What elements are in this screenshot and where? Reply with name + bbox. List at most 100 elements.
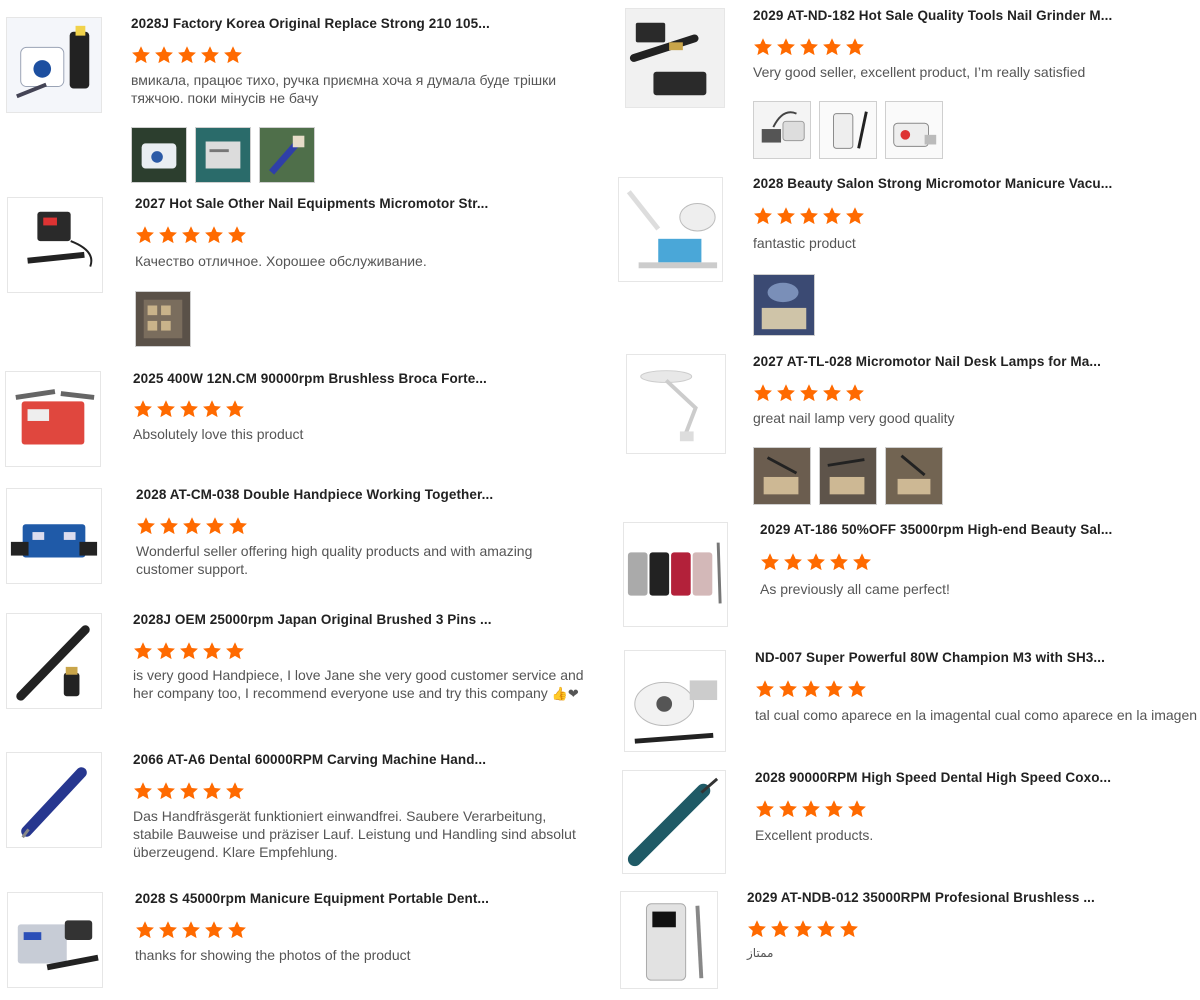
star-icon xyxy=(777,207,795,225)
star-icon xyxy=(132,46,150,64)
product-thumbnail[interactable] xyxy=(6,613,102,709)
review-photo[interactable] xyxy=(135,291,191,347)
star-icon xyxy=(205,226,223,244)
star-rating xyxy=(133,641,245,661)
star-icon xyxy=(800,384,818,402)
star-icon xyxy=(136,921,154,939)
star-icon xyxy=(182,921,200,939)
review-text-body: is very good Handpiece, I love Jane she … xyxy=(133,667,584,701)
product-title[interactable]: 2028J Factory Korea Original Replace Str… xyxy=(131,16,490,31)
product-thumbnail[interactable] xyxy=(620,891,718,989)
star-icon xyxy=(203,400,221,418)
star-icon xyxy=(777,384,795,402)
star-rating xyxy=(135,920,247,940)
review-text: ممتاز xyxy=(747,946,774,960)
product-title[interactable]: 2028 90000RPM High Speed Dental High Spe… xyxy=(755,770,1111,785)
star-rating xyxy=(760,552,872,572)
review-text: Das Handfräsgerät funktioniert einwandfr… xyxy=(133,808,576,860)
review-photo[interactable] xyxy=(753,101,811,159)
product-thumbnail[interactable] xyxy=(623,522,728,627)
product-title[interactable]: 2028 S 45000rpm Manicure Equipment Porta… xyxy=(135,891,489,906)
star-icon xyxy=(182,226,200,244)
star-icon xyxy=(777,38,795,56)
review-text: Very good seller, excellent product, I’m… xyxy=(753,64,1086,80)
product-thumbnail[interactable] xyxy=(5,371,101,467)
star-icon xyxy=(800,38,818,56)
review-text: tal cual como aparece en la imagental cu… xyxy=(755,707,1198,723)
star-icon xyxy=(846,207,864,225)
product-thumbnail[interactable] xyxy=(625,8,725,108)
star-icon xyxy=(228,921,246,939)
star-icon xyxy=(830,553,848,571)
star-icon xyxy=(817,920,835,938)
star-icon xyxy=(224,46,242,64)
star-rating xyxy=(133,781,245,801)
product-thumbnail[interactable] xyxy=(624,650,726,752)
star-rating xyxy=(133,399,245,419)
product-title[interactable]: 2029 AT-ND-182 Hot Sale Quality Tools Na… xyxy=(753,8,1112,23)
review-text: great nail lamp very good quality xyxy=(753,410,955,426)
star-icon xyxy=(846,38,864,56)
star-icon xyxy=(180,782,198,800)
review-photo[interactable] xyxy=(819,447,877,505)
product-thumbnail[interactable] xyxy=(618,177,723,282)
product-title[interactable]: 2029 AT-186 50%OFF 35000rpm High-end Bea… xyxy=(760,522,1112,537)
star-icon xyxy=(226,782,244,800)
star-icon xyxy=(203,642,221,660)
star-icon xyxy=(823,384,841,402)
emoji-thumbs-heart: 👍❤ xyxy=(551,686,579,701)
star-rating xyxy=(753,383,865,403)
product-title[interactable]: 2025 400W 12N.CM 90000rpm Brushless Broc… xyxy=(133,371,487,386)
star-icon xyxy=(201,46,219,64)
star-rating xyxy=(747,919,859,939)
product-thumbnail[interactable] xyxy=(6,17,102,113)
review-photo[interactable] xyxy=(131,127,187,183)
star-icon xyxy=(159,226,177,244)
product-title[interactable]: 2027 Hot Sale Other Nail Equipments Micr… xyxy=(135,196,488,211)
review-photo[interactable] xyxy=(819,101,877,159)
star-icon xyxy=(807,553,825,571)
star-icon xyxy=(178,46,196,64)
review-photo[interactable] xyxy=(753,447,811,505)
star-icon xyxy=(206,517,224,535)
product-thumbnail[interactable] xyxy=(6,752,102,848)
review-photo[interactable] xyxy=(195,127,251,183)
star-icon xyxy=(848,680,866,698)
review-text: Качество отличное. Хорошее обслуживание. xyxy=(135,253,427,269)
review-photo[interactable] xyxy=(259,127,315,183)
star-rating xyxy=(136,516,248,536)
star-icon xyxy=(134,782,152,800)
product-title[interactable]: 2066 AT-A6 Dental 60000RPM Carving Machi… xyxy=(133,752,486,767)
star-icon xyxy=(779,680,797,698)
product-title[interactable]: 2027 AT-TL-028 Micromotor Nail Desk Lamp… xyxy=(753,354,1101,369)
review-text: Absolutely love this product xyxy=(133,426,304,442)
product-title[interactable]: 2028 AT-CM-038 Double Handpiece Working … xyxy=(136,487,493,502)
review-photos xyxy=(135,291,191,347)
star-icon xyxy=(157,782,175,800)
star-icon xyxy=(226,400,244,418)
product-thumbnail[interactable] xyxy=(626,354,726,454)
review-photo[interactable] xyxy=(753,274,815,336)
star-rating xyxy=(135,225,247,245)
review-text: Excellent products. xyxy=(755,827,874,843)
star-icon xyxy=(228,226,246,244)
product-thumbnail[interactable] xyxy=(7,197,103,293)
review-text: is very good Handpiece, I love Jane she … xyxy=(133,666,588,703)
star-icon xyxy=(771,920,789,938)
star-icon xyxy=(823,38,841,56)
product-title[interactable]: 2028 Beauty Salon Strong Micromotor Mani… xyxy=(753,176,1112,191)
product-thumbnail[interactable] xyxy=(622,770,726,874)
product-title[interactable]: 2028J OEM 25000rpm Japan Original Brushe… xyxy=(133,612,492,627)
product-thumbnail[interactable] xyxy=(7,892,103,988)
review-photo[interactable] xyxy=(885,101,943,159)
star-icon xyxy=(754,207,772,225)
review-text: fantastic product xyxy=(753,235,856,251)
review-photo[interactable] xyxy=(885,447,943,505)
product-title[interactable]: ND-007 Super Powerful 80W Champion M3 wi… xyxy=(755,650,1105,665)
star-icon xyxy=(157,400,175,418)
star-icon xyxy=(825,680,843,698)
product-title[interactable]: 2029 AT-NDB-012 35000RPM Profesional Bru… xyxy=(747,890,1095,905)
product-thumbnail[interactable] xyxy=(6,488,102,584)
star-icon xyxy=(180,642,198,660)
star-icon xyxy=(848,800,866,818)
